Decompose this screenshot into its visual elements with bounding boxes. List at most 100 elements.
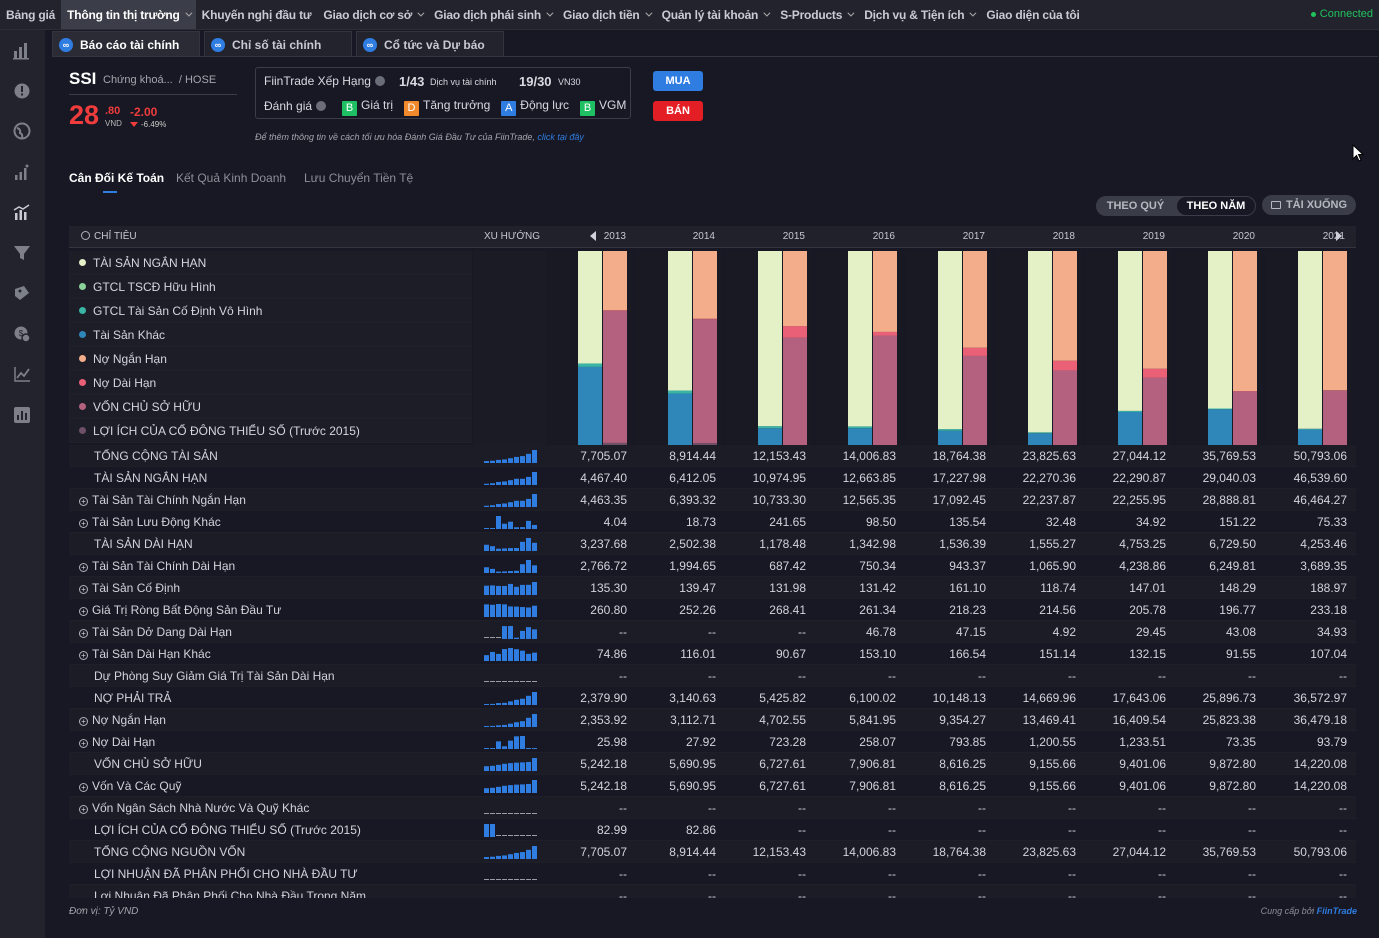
table-row[interactable]: + Tài Sản Tài Chính Dài Hạn 2,766.72 1,994.… <box>69 555 1356 577</box>
table-row[interactable]: LỢI ÍCH CỦA CỔ ĐÔNG THIỂU SỐ (Trước 2015… <box>69 819 1356 841</box>
row-value: 27.92 <box>685 735 716 749</box>
table-row[interactable]: + Tài Sản Dở Dang Dài Hạn -- -- -- 46.78 47.15… <box>69 621 1356 643</box>
hint-link[interactable]: click tại đây <box>537 132 584 142</box>
nav-item-9[interactable]: Giao diện của tôi <box>980 0 1085 29</box>
nav-item-8[interactable]: Dịch vụ & Tiện ích <box>858 0 980 29</box>
help-icon[interactable] <box>374 76 385 86</box>
expand-icon[interactable]: + <box>79 585 88 594</box>
balance-sheet-chart <box>473 251 1352 447</box>
table-row[interactable]: TỔNG CỘNG NGUỒN VỐN 7,705.07 8,914.44 12,15… <box>69 841 1356 863</box>
row-label: + Nợ Ngắn Hạn <box>79 713 166 727</box>
nav-item-0[interactable]: Bảng giá <box>0 0 61 29</box>
row-value: 9,354.27 <box>939 713 986 727</box>
spark-bar <box>490 703 495 705</box>
table-row[interactable]: + Tài Sản Lưu Động Khác 4.04 18.73 241.65 98.… <box>69 511 1356 533</box>
nav-item-label: S-Products <box>780 7 843 22</box>
nav-item-7[interactable]: S-Products <box>774 0 858 29</box>
nav-item-6[interactable]: Quản lý tài khoản <box>656 0 775 29</box>
tab-0[interactable]: ∞ Báo cáo tài chính <box>52 31 200 57</box>
row-label-text: Tài Sản Tài Chính Dài Hạn <box>92 559 236 573</box>
row-value: -- <box>619 625 627 639</box>
row-value: 943.37 <box>949 559 986 573</box>
nav-item-4[interactable]: Giao dịch phái sinh <box>428 0 557 29</box>
nav-item-5[interactable]: Giao dịch tiền <box>557 0 656 29</box>
table-row[interactable]: TỔNG CỘNG TÀI SẢN 7,705.07 8,914.44 12,153.… <box>69 445 1356 467</box>
spark-bar <box>496 725 501 727</box>
table-row[interactable]: TÀI SẢN NGẮN HẠN 4,467.40 6,412.05 10,974.9… <box>69 467 1356 489</box>
sell-button[interactable]: BÁN <box>653 101 703 121</box>
spark-empty <box>526 681 531 682</box>
row-value: 233.18 <box>1310 603 1347 617</box>
alert-icon[interactable] <box>12 81 32 101</box>
table-row[interactable]: NỢ PHẢI TRẢ 2,379.90 3,140.63 5,425.82 6,100… <box>69 687 1356 709</box>
subtab-income-statement[interactable]: Kết Quả Kinh Doanh <box>176 171 286 185</box>
analytics-icon[interactable] <box>12 202 32 222</box>
vgm-badges: B Giá trị D Tăng trưởng A Động lực B VGM <box>342 98 637 116</box>
subtab-cash-flow[interactable]: Lưu Chuyển Tiền Tệ <box>304 171 413 185</box>
globe-icon[interactable] <box>12 121 32 141</box>
subtab-balance-sheet[interactable]: Cân Đối Kế Toán <box>69 171 164 185</box>
expand-icon[interactable]: + <box>79 717 88 726</box>
spark-bar <box>484 766 489 771</box>
bar-chart-icon[interactable] <box>12 40 32 60</box>
nav-item-2[interactable]: Khuyến nghị đầu tư <box>196 0 318 29</box>
download-button[interactable]: TẢI XUỐNG <box>1262 195 1356 215</box>
row-label-text: Dự Phòng Suy Giảm Giá Trị Tài Sản Dài Hạ… <box>94 669 335 683</box>
expand-icon[interactable]: + <box>79 805 88 814</box>
row-value: 135.30 <box>590 581 627 595</box>
expand-icon[interactable]: + <box>79 629 88 638</box>
nav-item-label: Bảng giá <box>6 7 56 22</box>
yearly-toggle[interactable]: THEO NĂM <box>1177 197 1255 215</box>
spark-bar <box>484 544 489 551</box>
table-row[interactable]: + Giá Trị Ròng Bất Động Sản Đầu Tư 260.80 2… <box>69 599 1356 621</box>
spark-bar <box>526 476 531 485</box>
bar-segment-asset <box>1298 429 1322 445</box>
expand-icon[interactable]: + <box>79 783 88 792</box>
help-icon[interactable] <box>316 101 327 111</box>
row-label-text: Tài Sản Dở Dang Dài Hạn <box>92 625 232 639</box>
expand-icon[interactable]: + <box>79 563 88 572</box>
row-label: TÀI SẢN DÀI HẠN <box>94 537 193 551</box>
row-value: 46,539.60 <box>1293 471 1347 485</box>
bar-segment-asset <box>578 363 602 367</box>
expand-icon[interactable]: + <box>79 519 88 528</box>
tab-1[interactable]: ∞ Chỉ số tài chính <box>204 31 352 57</box>
nav-item-1[interactable]: Thông tin thị trường <box>61 0 196 29</box>
tab-2[interactable]: ∞ Cổ tức và Dự báo <box>356 31 504 57</box>
nav-item-3[interactable]: Giao dịch cơ sở <box>317 0 428 29</box>
table-row[interactable]: + Tài Sản Dài Hạn Khác 74.86 116.01 90.67 153… <box>69 643 1356 665</box>
filter-icon[interactable] <box>12 243 32 263</box>
table-row[interactable]: + Tài Sản Cố Định 135.30 139.47 131.98 131.42… <box>69 577 1356 599</box>
row-value: -- <box>798 801 806 815</box>
table-row[interactable]: VỐN CHỦ SỞ HỮU 5,242.18 5,690.95 6,727.61 7,… <box>69 753 1356 775</box>
expand-icon[interactable]: + <box>79 651 88 660</box>
table-row[interactable]: + Nợ Dài Hạn 25.98 27.92 723.28 258.07 793.85 1… <box>69 731 1356 753</box>
buy-button[interactable]: MUA <box>653 71 703 91</box>
expand-icon[interactable]: + <box>79 607 88 616</box>
spark-empty <box>496 813 501 814</box>
spark-bar <box>520 607 525 617</box>
table-row[interactable]: + Vốn Và Các Quỹ 5,242.18 5,690.95 6,727.61 7… <box>69 775 1356 797</box>
line-chart-icon[interactable] <box>12 364 32 384</box>
rank-sector: Dịch vụ tài chính <box>430 77 497 87</box>
table-row[interactable]: TÀI SẢN DÀI HẠN 3,237.68 2,502.38 1,178.48 1… <box>69 533 1356 555</box>
table-row[interactable]: LỢI NHUẬN ĐÃ PHÂN PHỐI CHO NHÀ ĐẦU TƯ -- -… <box>69 863 1356 885</box>
table-row[interactable]: + Nợ Ngắn Hạn 2,353.92 3,112.71 4,702.55 5,84… <box>69 709 1356 731</box>
expand-icon[interactable]: + <box>79 497 88 506</box>
signal-bars-icon[interactable] <box>12 162 32 182</box>
spark-bar <box>484 483 489 485</box>
spark-bar <box>514 852 519 859</box>
spark-bar <box>496 571 501 573</box>
table-row[interactable]: + Vốn Ngân Sách Nhà Nước Và Quỹ Khác -- -- -… <box>69 797 1356 819</box>
spark-bar <box>526 783 531 793</box>
table-row[interactable]: + Tài Sản Tài Chính Ngắn Hạn 4,463.35 6,393… <box>69 489 1356 511</box>
row-value: 687.42 <box>769 559 806 573</box>
report-icon[interactable] <box>12 405 32 425</box>
spark-bar <box>484 528 489 529</box>
expand-icon[interactable]: + <box>79 739 88 748</box>
quarterly-toggle[interactable]: THEO QUÝ <box>1097 197 1174 215</box>
table-row[interactable]: Dự Phòng Suy Giảm Giá Trị Tài Sản Dài Hạ… <box>69 665 1356 687</box>
table-row[interactable]: Lợi Nhuận Đã Phân Phối Cho Nhà Đầu Trong… <box>69 885 1356 898</box>
tag-icon[interactable] <box>12 283 32 303</box>
coins-icon[interactable]: $ <box>12 324 32 344</box>
